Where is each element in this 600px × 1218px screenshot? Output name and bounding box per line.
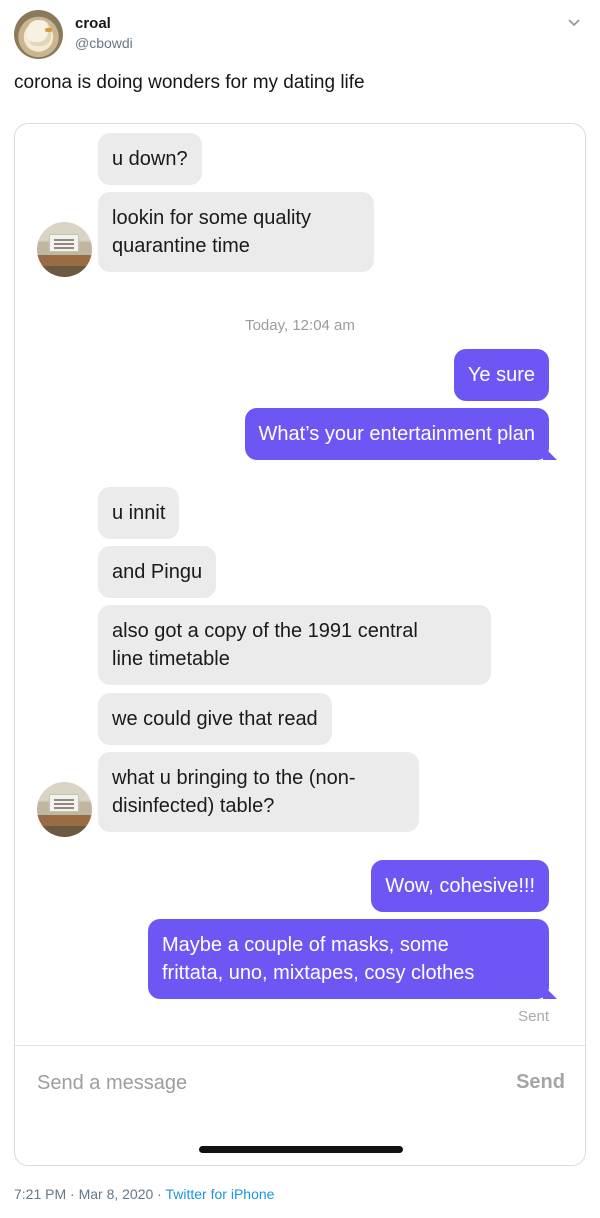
contact-avatar[interactable] bbox=[37, 782, 92, 837]
conversation-timestamp: Today, 12:04 am bbox=[245, 317, 355, 334]
chick-image bbox=[27, 20, 51, 46]
home-indicator bbox=[199, 1146, 403, 1153]
send-button[interactable]: Send bbox=[516, 1071, 565, 1094]
tweet-text: corona is doing wonders for my dating li… bbox=[14, 72, 365, 93]
embedded-screenshot[interactable]: u down? lookin for some quality quaranti… bbox=[14, 123, 586, 1166]
tweet-meta: 7:21 PM · Mar 8, 2020 · Twitter for iPho… bbox=[14, 1186, 274, 1202]
author-avatar[interactable] bbox=[14, 10, 63, 59]
chat-thread: u down? lookin for some quality quaranti… bbox=[15, 124, 585, 1165]
message-incoming: u innit bbox=[98, 487, 180, 539]
message-incoming: u down? bbox=[98, 133, 202, 185]
message-incoming: what u bringing to the (non- disinfected… bbox=[98, 752, 419, 832]
delivery-status: Sent bbox=[518, 1008, 549, 1025]
message-outgoing: Maybe a couple of masks, some frittata, … bbox=[148, 919, 549, 999]
message-outgoing: Wow, cohesive!!! bbox=[371, 860, 549, 912]
tweet-time[interactable]: 7:21 PM · Mar 8, 2020 · bbox=[14, 1186, 165, 1202]
tweet-header: croal @cbowdi bbox=[14, 10, 586, 60]
contact-avatar[interactable] bbox=[37, 222, 92, 277]
message-incoming: lookin for some quality quarantine time bbox=[98, 192, 374, 272]
message-outgoing: Ye sure bbox=[453, 349, 549, 401]
message-incoming: also got a copy of the 1991 central line… bbox=[98, 605, 491, 685]
message-incoming: we could give that read bbox=[98, 693, 332, 745]
message-outgoing: What’s your entertainment plan bbox=[244, 408, 549, 460]
author-name[interactable]: croal bbox=[75, 15, 111, 32]
message-incoming: and Pingu bbox=[98, 546, 217, 598]
tweet-source[interactable]: Twitter for iPhone bbox=[165, 1186, 274, 1202]
composer-divider bbox=[15, 1045, 585, 1046]
message-input[interactable]: Send a message bbox=[37, 1072, 187, 1095]
author-handle[interactable]: @cbowdi bbox=[75, 35, 133, 51]
chevron-down-icon[interactable] bbox=[566, 14, 582, 30]
